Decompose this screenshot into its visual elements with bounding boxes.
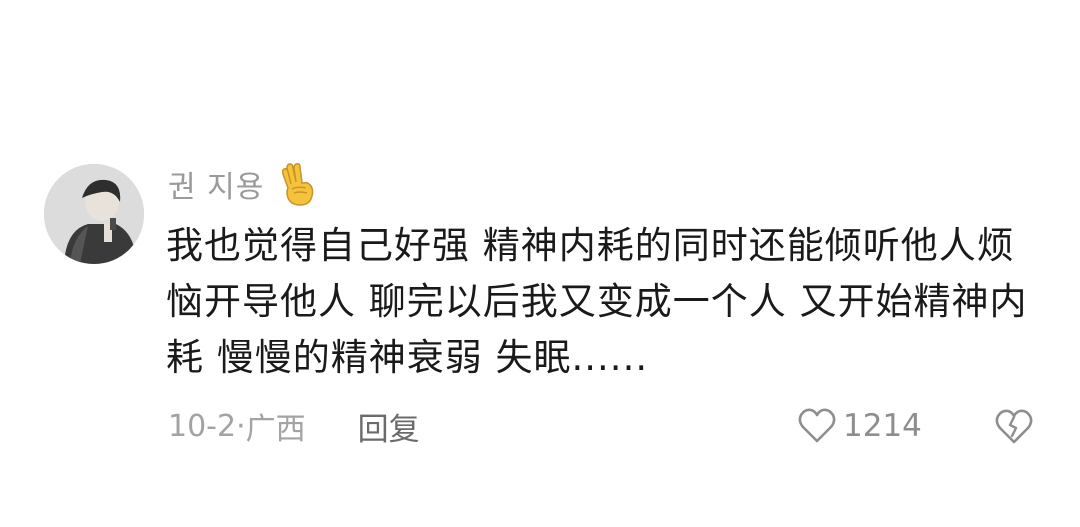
comment-meta: 10-2 · 广西 回复 [168, 403, 420, 449]
victory-hand-emoji-icon [278, 162, 318, 206]
avatar-image [44, 164, 144, 264]
comment-text: 我也觉得自己好强 精神内耗的同时还能倾听他人烦恼开导他人 聊完以后我又变成一个人… [166, 224, 1028, 379]
like-count: 1214 [843, 408, 922, 444]
username[interactable]: 권 지용 [168, 162, 264, 206]
comment-item: 권 지용 我也觉得自己好强 精神内耗的同时还能倾听他人烦恼开导他人 聊完以后我又… [0, 0, 1080, 527]
broken-heart-icon [995, 409, 1033, 444]
comment-date: 10-2 [168, 408, 237, 444]
reply-button[interactable]: 回复 [358, 404, 420, 449]
like-button[interactable]: 1214 [797, 403, 922, 449]
meta-separator: · [236, 408, 246, 444]
comment-location: 广西 [245, 412, 306, 447]
dislike-button[interactable] [994, 406, 1034, 446]
username-row: 권 지용 [168, 162, 318, 206]
heart-outline-icon [798, 408, 836, 443]
avatar[interactable] [44, 164, 144, 264]
